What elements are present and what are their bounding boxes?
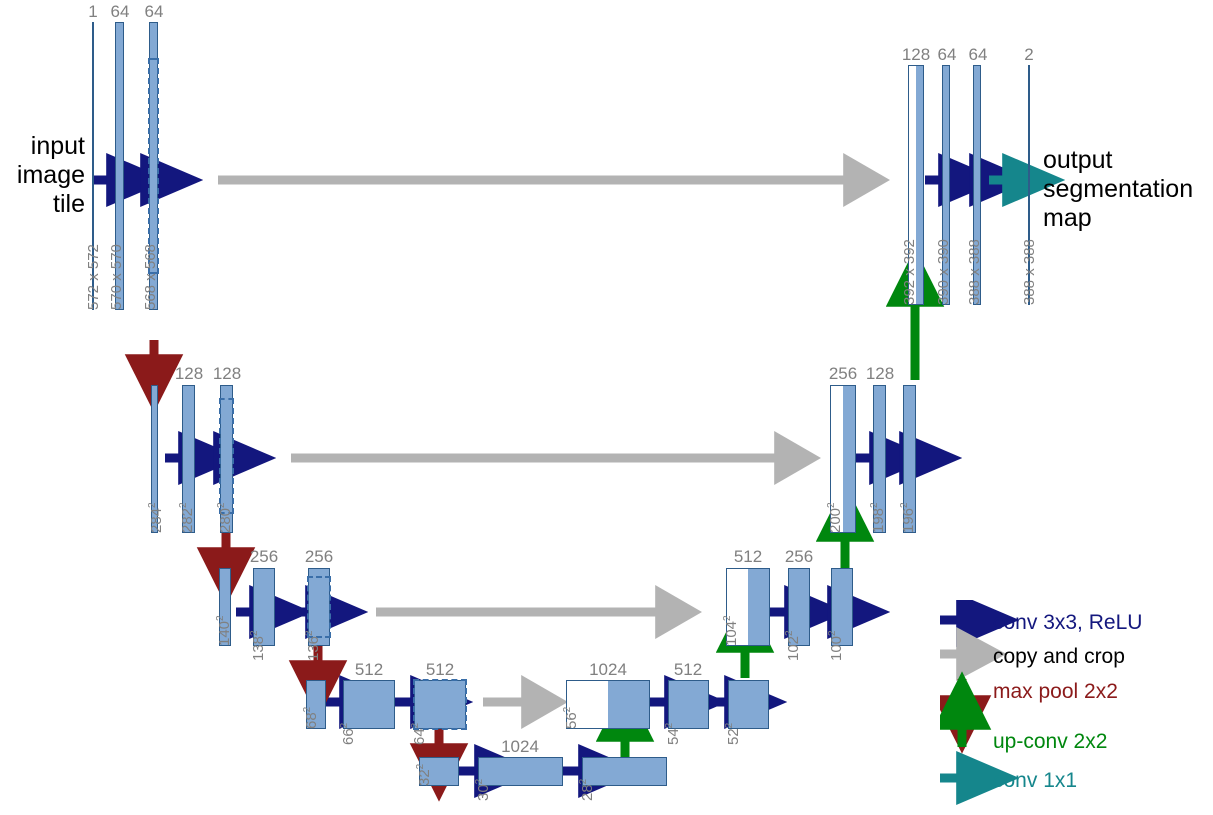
channel-label-enc4-a: 512	[354, 660, 384, 679]
size-label-66: 662	[339, 722, 357, 745]
size-label-32: 322	[415, 763, 433, 786]
size-label-136: 1362	[304, 630, 322, 661]
size-label-140: 1402	[215, 615, 233, 646]
size-label-388a: 388 x 388	[966, 239, 983, 305]
crop-region-enc1	[148, 58, 159, 274]
legend-label-conv1x1: conv 1x1	[993, 769, 1078, 792]
size-label-280: 2802	[216, 502, 234, 533]
size-label-102: 1022	[784, 630, 802, 661]
output-segmentation-map-label: output segmentation map	[1043, 146, 1194, 232]
feature-block-dec4-b	[728, 680, 769, 729]
channel-label-dec2-b: 128	[865, 364, 895, 383]
size-label-568: 568 x 568	[142, 244, 159, 310]
size-label-52: 522	[724, 722, 742, 745]
channel-label-bottom: 1024	[501, 737, 539, 756]
feature-block-enc4-a	[343, 680, 395, 729]
channel-label-out: 2	[1024, 45, 1034, 64]
size-label-570: 570 x 570	[108, 244, 125, 310]
legend-label-copycrop: copy and crop	[993, 645, 1125, 668]
size-label-200: 2002	[826, 502, 844, 533]
size-label-104: 1042	[722, 615, 740, 646]
legend-label-upconv: up-conv 2x2	[993, 730, 1108, 753]
size-label-392: 392 x 392	[901, 239, 918, 305]
channel-label-enc3-b: 256	[304, 547, 334, 566]
size-label-54: 542	[664, 722, 682, 745]
size-label-64: 642	[410, 722, 428, 745]
size-label-68: 682	[302, 706, 320, 729]
size-label-390: 390 x 390	[935, 239, 952, 305]
size-label-56: 562	[562, 706, 580, 729]
channel-label-dec3-b: 256	[784, 547, 814, 566]
size-label-282: 2822	[178, 502, 196, 533]
channel-label-dec1-b: 64	[937, 45, 957, 64]
channel-label-dec1-c: 64	[968, 45, 988, 64]
channel-label-dec3-concat: 512	[733, 547, 763, 566]
size-label-30: 302	[474, 778, 492, 801]
channel-label-enc3-a: 256	[249, 547, 279, 566]
channel-label-dec4-concat: 1024	[589, 660, 627, 679]
feature-block-dec4-a	[668, 680, 709, 729]
size-label-138: 1382	[249, 630, 267, 661]
size-label-198: 1982	[869, 502, 887, 533]
size-label-196: 1962	[899, 502, 917, 533]
legend-label-maxpool: max pool 2x2	[993, 680, 1118, 703]
channel-label-enc1-a: 64	[110, 2, 130, 21]
size-label-28: 282	[578, 778, 596, 801]
size-label-100: 1002	[827, 630, 845, 661]
size-label-388b: 388 x 388	[1021, 239, 1038, 305]
channel-label-enc4-b: 512	[425, 660, 455, 679]
channel-label-enc2-b: 128	[212, 364, 242, 383]
channel-label-enc1-b: 64	[144, 2, 164, 21]
size-label-572: 572 x 572	[85, 244, 102, 310]
size-label-284: 2842	[147, 502, 165, 533]
crop-region-enc2	[219, 398, 234, 514]
legend-label-conv3x3: conv 3x3, ReLU	[993, 611, 1143, 634]
crop-region-enc3	[307, 576, 331, 638]
channel-label-dec4-b: 512	[673, 660, 703, 679]
input-image-tile-label: input image tile	[16, 132, 85, 218]
unet-architecture-diagram: 1 64 64 128 128 256 256 512 512 1024 102…	[0, 0, 1213, 815]
